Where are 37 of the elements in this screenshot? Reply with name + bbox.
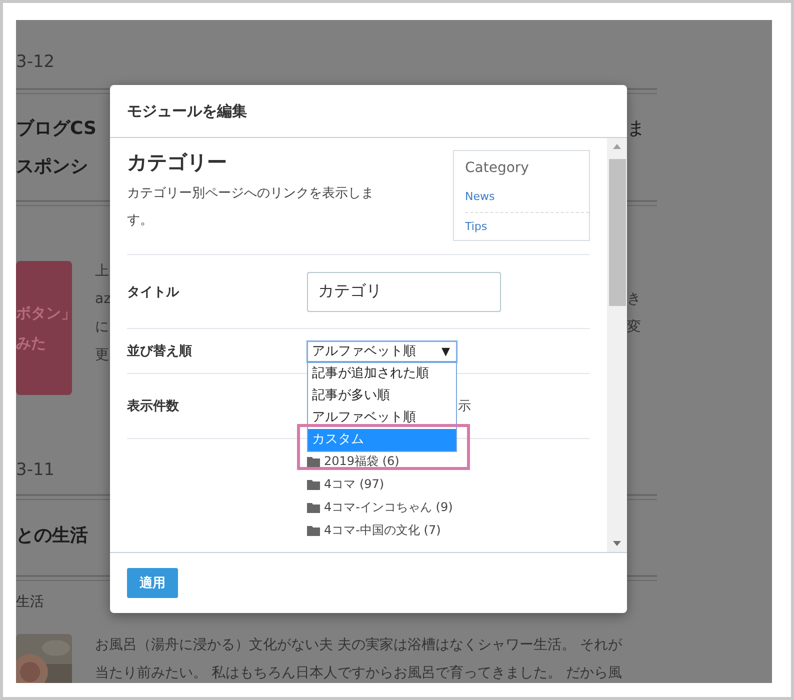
dialog-title: モジュールを編集 (127, 102, 247, 120)
field-label: タイトル (127, 284, 180, 300)
post-excerpt: 変 (627, 318, 641, 337)
post-excerpt: 上 (95, 262, 109, 281)
category-item: 4コマ-中国の文化 (7) (324, 522, 441, 539)
preview-heading: Category (465, 159, 530, 177)
post-title: スポンシ (16, 155, 88, 179)
post-title: との生活 (16, 524, 88, 548)
folder-icon (307, 525, 320, 536)
count-setting-text: 示 (458, 398, 471, 415)
module-description: カテゴリー別ページへのリンクを表示します。 (127, 185, 375, 230)
post-date: 3-11 (16, 459, 55, 482)
folder-icon (307, 479, 320, 490)
post-title: ブログCS (16, 117, 97, 141)
category-item: 2019福袋 (6) (324, 453, 400, 470)
scroll-thumb[interactable] (608, 159, 626, 306)
post-category: 生活 (16, 593, 44, 612)
field-label: 表示件数 (127, 398, 180, 415)
post-excerpt: az (95, 290, 111, 309)
post-excerpt: 当たり前みたい。 私はもちろん日本人ですからお風呂で育ってきました。 だから風 (95, 664, 622, 683)
folder-icon (307, 456, 320, 467)
sort-select[interactable]: アルファベット順 ▼ (307, 340, 457, 362)
category-item: 4コマ-インコちゃん (9) (324, 499, 453, 516)
post-excerpt: に (95, 318, 109, 337)
preview-link[interactable]: Tips (465, 212, 589, 242)
post-excerpt: き (627, 290, 641, 309)
field-label: 並び替え順 (127, 343, 193, 360)
preview-link[interactable]: News (465, 189, 589, 212)
post-excerpt: 更 (95, 346, 109, 365)
scrollbar[interactable] (607, 138, 627, 552)
post-excerpt: お風呂（湯舟に浸かる）文化がない夫 夫の実家は浴槽はなくシャワー生活。 それが (95, 636, 622, 655)
category-item: 4コマ (97) (324, 476, 384, 493)
post-date: 3-12 (16, 51, 55, 74)
post-title: ま (627, 117, 646, 141)
folder-icon (307, 502, 320, 513)
title-input[interactable]: カテゴリ (307, 272, 501, 312)
module-name: カテゴリー (127, 150, 228, 174)
